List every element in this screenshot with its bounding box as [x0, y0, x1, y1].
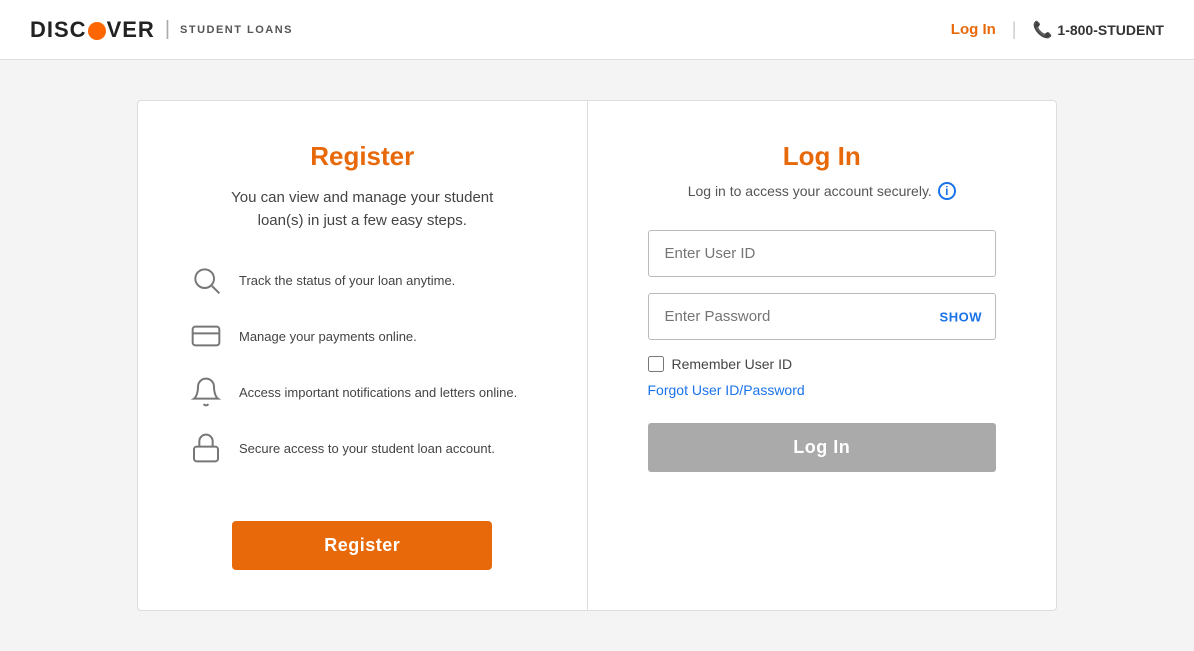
user-id-group	[648, 230, 997, 277]
remember-row: Remember User ID	[648, 356, 997, 372]
main-content: Register You can view and manage your st…	[0, 60, 1194, 651]
forgot-link[interactable]: Forgot User ID/Password	[648, 382, 997, 398]
user-id-input[interactable]	[648, 230, 997, 277]
password-group: SHOW	[648, 293, 997, 340]
register-section: Register You can view and manage your st…	[138, 101, 588, 610]
register-button[interactable]: Register	[232, 521, 492, 570]
register-title: Register	[310, 141, 414, 172]
payment-icon	[188, 318, 224, 354]
login-subtitle-text: Log in to access your account securely.	[688, 183, 932, 199]
remember-label: Remember User ID	[672, 356, 793, 372]
feature-text-4: Secure access to your student loan accou…	[239, 441, 495, 456]
login-subtitle-row: Log in to access your account securely. …	[688, 182, 956, 200]
logo-divider: |	[165, 18, 170, 41]
feature-text-2: Manage your payments online.	[239, 329, 417, 344]
phone-icon: 📞	[1032, 20, 1052, 40]
features-list: Track the status of your loan anytime. M…	[188, 262, 537, 486]
discover-logo: DISCVER	[30, 17, 155, 43]
feature-text-3: Access important notifications and lette…	[239, 385, 517, 400]
login-title: Log In	[783, 141, 861, 172]
list-item: Secure access to your student loan accou…	[188, 430, 537, 466]
search-icon	[188, 262, 224, 298]
header-divider: |	[1012, 19, 1017, 40]
list-item: Track the status of your loan anytime.	[188, 262, 537, 298]
main-card: Register You can view and manage your st…	[137, 100, 1057, 611]
phone-number: 1-800-STUDENT	[1057, 22, 1164, 38]
header-phone: 📞 1-800-STUDENT	[1032, 20, 1164, 40]
logo-student-loans: STUDENT LOANS	[180, 24, 293, 36]
feature-text-1: Track the status of your loan anytime.	[239, 273, 455, 288]
info-icon[interactable]: i	[938, 182, 956, 200]
list-item: Manage your payments online.	[188, 318, 537, 354]
show-password-button[interactable]: SHOW	[940, 309, 982, 324]
login-button[interactable]: Log In	[648, 423, 997, 472]
login-section: Log In Log in to access your account sec…	[588, 101, 1057, 610]
list-item: Access important notifications and lette…	[188, 374, 537, 410]
remember-checkbox[interactable]	[648, 356, 664, 372]
header-right: Log In | 📞 1-800-STUDENT	[951, 19, 1164, 40]
register-subtitle: You can view and manage your student loa…	[222, 187, 502, 232]
lock-icon	[188, 430, 224, 466]
bell-icon	[188, 374, 224, 410]
logo-area: DISCVER | STUDENT LOANS	[30, 17, 293, 43]
header-login-link[interactable]: Log In	[951, 21, 996, 38]
header: DISCVER | STUDENT LOANS Log In | 📞 1-800…	[0, 0, 1194, 60]
